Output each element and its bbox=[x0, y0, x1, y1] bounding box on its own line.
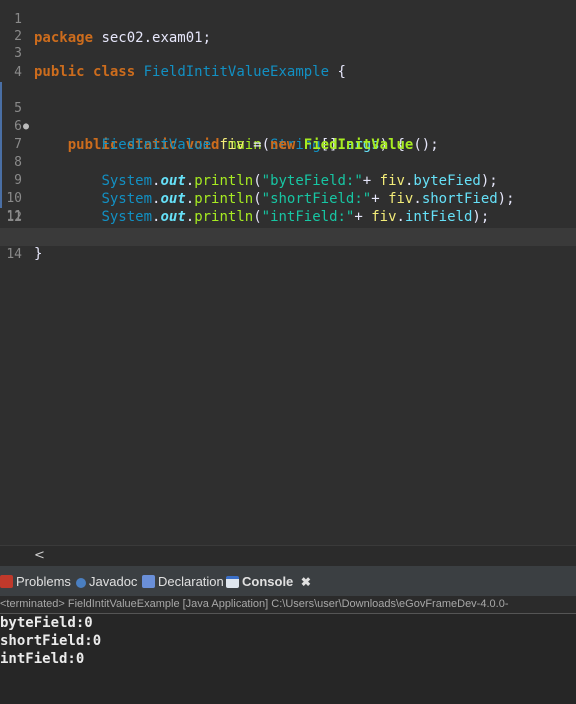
code-line-5[interactable]: 5 ● public static void main(String[] arg… bbox=[0, 64, 576, 153]
line-number: 14 bbox=[6, 247, 22, 262]
code-line-4[interactable]: 4 bbox=[0, 46, 576, 80]
tab-label: Javadoc bbox=[89, 574, 138, 589]
code-line-7[interactable]: 7 bbox=[0, 100, 576, 152]
code-line-13[interactable]: 13 } bbox=[0, 209, 576, 262]
horizontal-scrollbar[interactable]: < bbox=[0, 545, 576, 566]
declaration-icon bbox=[142, 575, 155, 588]
javadoc-icon bbox=[76, 578, 86, 588]
code-line-3[interactable]: 3 public class FieldIntitValueExample { bbox=[0, 27, 576, 80]
output-line: byteField:0 bbox=[0, 615, 93, 631]
console-output[interactable]: byteField:0 shortField:0 intField:0 bbox=[0, 614, 576, 704]
code-line-12[interactable]: 12 bbox=[0, 191, 576, 225]
tab-problems[interactable]: Problems bbox=[0, 572, 71, 592]
code-line-11[interactable]: 11 } bbox=[0, 172, 576, 243]
problems-icon bbox=[0, 575, 13, 588]
tab-label: Console bbox=[242, 574, 294, 589]
console-status: <terminated> FieldIntitValueExample [Jav… bbox=[0, 596, 576, 614]
console-icon bbox=[226, 576, 239, 588]
code-line-8[interactable]: 8 System.out.println("byteField:"+ fiv.b… bbox=[0, 118, 576, 189]
code-editor[interactable]: 1 package sec02.exam01; 2 3 public class… bbox=[0, 0, 576, 545]
scroll-left-icon[interactable]: < bbox=[34, 548, 45, 563]
output-line: shortField:0 bbox=[0, 633, 102, 649]
tab-label: Problems bbox=[16, 574, 71, 589]
brace: } bbox=[34, 246, 43, 262]
tab-javadoc[interactable]: Javadoc bbox=[76, 572, 137, 592]
code-line-10[interactable]: 10 System.out.println("intField:"+ fiv.i… bbox=[0, 154, 576, 225]
code-line-9[interactable]: 9 System.out.println("shortField:"+ fiv.… bbox=[0, 136, 576, 207]
code-line-2[interactable]: 2 bbox=[0, 10, 576, 44]
tab-label: Declaration bbox=[158, 574, 224, 589]
tab-declaration[interactable]: Declaration bbox=[142, 572, 224, 592]
output-line: intField:0 bbox=[0, 651, 85, 667]
code-line-14[interactable]: 14 bbox=[0, 228, 576, 262]
code-line-6[interactable]: 6 FiedInitValue fiv = new FiedInitValue(… bbox=[0, 82, 576, 153]
view-tab-bar: Problems Javadoc Declaration Console ✖ bbox=[0, 566, 576, 596]
close-icon[interactable]: ✖ bbox=[301, 575, 311, 589]
tab-console[interactable]: Console ✖ bbox=[226, 572, 311, 592]
